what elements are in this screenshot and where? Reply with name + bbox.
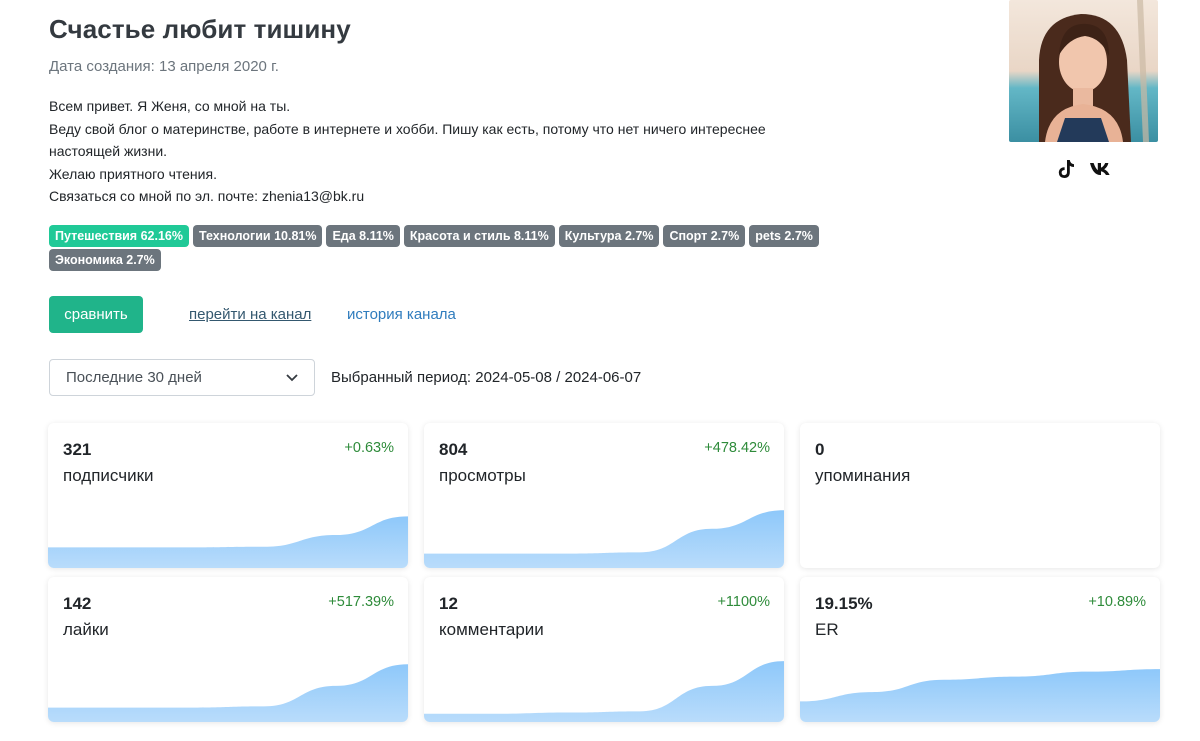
topic-tag: Красота и стиль 8.11% bbox=[403, 225, 555, 247]
sparkline bbox=[48, 664, 408, 722]
stat-value: 321 bbox=[63, 440, 92, 459]
sparkline-area bbox=[48, 664, 408, 722]
sparkline bbox=[800, 669, 1160, 722]
channel-history-link[interactable]: история канала bbox=[347, 306, 456, 323]
description-line: Веду свой блог о материнстве, работе в и… bbox=[49, 120, 766, 137]
creation-date: Дата создания: 13 апреля 2020 г. bbox=[49, 58, 279, 75]
vk-icon[interactable] bbox=[1089, 158, 1111, 180]
stat-value: 804 bbox=[439, 440, 468, 459]
stat-delta: +1100% bbox=[717, 594, 770, 610]
stat-value: 0 bbox=[815, 440, 825, 459]
stat-card-subscribers: 321 подписчики +0.63% bbox=[48, 423, 408, 568]
topic-tag: Экономика 2.7% bbox=[49, 249, 161, 271]
stat-delta: +478.42% bbox=[704, 440, 770, 456]
sparkline-area bbox=[424, 661, 784, 722]
stat-label: ER bbox=[815, 620, 839, 639]
description-line: Всем привет. Я Женя, со мной на ты. bbox=[49, 98, 291, 114]
period-select-value: Последние 30 дней bbox=[66, 369, 202, 386]
description-line: настоящей жизни. bbox=[49, 143, 168, 159]
stat-card-mentions: 0 упоминания bbox=[800, 423, 1160, 568]
chevron-down-icon bbox=[286, 369, 298, 386]
channel-description: Всем привет. Я Женя, со мной на ты. Веду… bbox=[49, 95, 839, 208]
stat-label: просмотры bbox=[439, 466, 526, 485]
topic-tag: Еда 8.11% bbox=[326, 225, 400, 247]
stat-delta: +0.63% bbox=[344, 440, 394, 456]
topic-tag: Спорт 2.7% bbox=[663, 225, 746, 247]
sparkline bbox=[800, 498, 1160, 568]
page-title: Счастье любит тишину bbox=[49, 14, 351, 44]
topic-tag: pets 2.7% bbox=[749, 225, 819, 247]
social-links bbox=[1055, 158, 1111, 180]
stat-card-er: 19.15% ER +10.89% bbox=[800, 577, 1160, 722]
compare-button[interactable]: сравнить bbox=[49, 296, 143, 333]
stat-label: упоминания bbox=[815, 466, 911, 485]
description-line: Желаю приятного чтения. bbox=[49, 165, 217, 182]
tiktok-icon[interactable] bbox=[1055, 158, 1077, 180]
stat-delta: +10.89% bbox=[1088, 594, 1146, 610]
stat-label: подписчики bbox=[63, 466, 154, 485]
sparkline bbox=[48, 516, 408, 568]
sparkline bbox=[424, 510, 784, 568]
selected-period: Выбранный период: 2024-05-08 / 2024-06-0… bbox=[331, 369, 642, 386]
sparkline-area bbox=[800, 669, 1160, 722]
topic-tags: Путешествия 62.16% Технологии 10.81% Еда… bbox=[49, 225, 849, 247]
topic-tag: Путешествия 62.16% bbox=[49, 225, 189, 247]
stat-card-likes: 142 лайки +517.39% bbox=[48, 577, 408, 722]
sparkline-area bbox=[424, 510, 784, 568]
topic-tag: Технологии 10.81% bbox=[192, 225, 323, 247]
topic-tags-row-2: Экономика 2.7% bbox=[49, 249, 161, 271]
period-select[interactable]: Последние 30 дней bbox=[49, 359, 315, 396]
stat-delta: +517.39% bbox=[328, 594, 394, 610]
description-line: Связаться со мной по эл. почте: zhenia13… bbox=[49, 188, 365, 204]
stat-card-views: 804 просмотры +478.42% bbox=[424, 423, 784, 568]
stat-label: лайки bbox=[63, 620, 109, 639]
stat-value: 12 bbox=[439, 594, 458, 613]
avatar-photo bbox=[1009, 0, 1158, 142]
stat-card-comments: 12 комментарии +1100% bbox=[424, 577, 784, 722]
sparkline bbox=[424, 661, 784, 722]
stat-value: 142 bbox=[63, 594, 92, 613]
topic-tag: Культура 2.7% bbox=[558, 225, 660, 247]
sparkline-area bbox=[48, 516, 408, 568]
avatar bbox=[1009, 0, 1158, 142]
stat-value: 19.15% bbox=[815, 594, 873, 613]
go-to-channel-link[interactable]: перейти на канал bbox=[189, 306, 311, 323]
stat-label: комментарии bbox=[439, 620, 544, 639]
